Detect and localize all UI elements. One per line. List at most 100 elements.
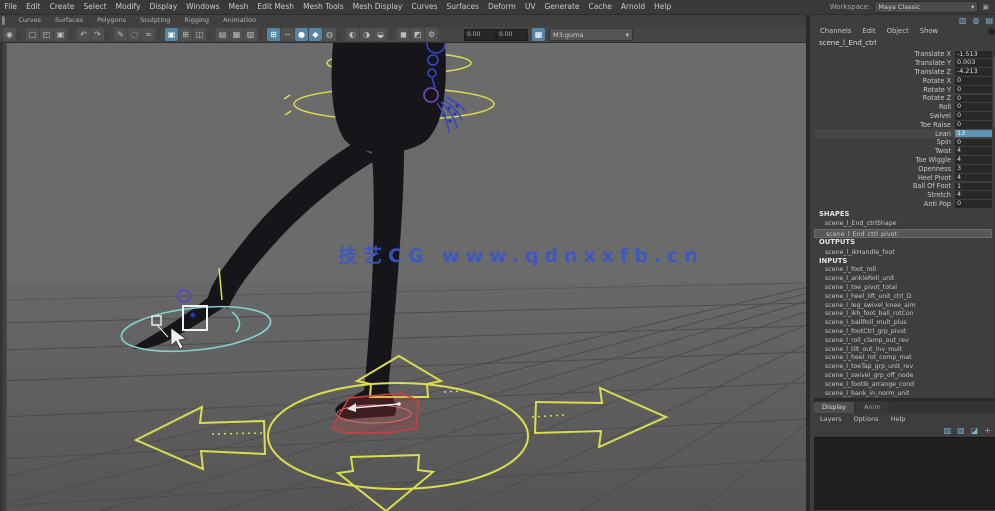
shelf-tab[interactable]: Rigging [177,14,216,27]
shelf-tab[interactable]: Surfaces [48,14,90,27]
input-node-item[interactable]: scene_l_roll_clamp_out_rev [814,337,992,346]
channel-value-field[interactable]: 0 [955,138,992,147]
Toe Wiggle[interactable]: Toe Wiggle 4 [814,156,992,165]
channel-value-field[interactable]: 13 [955,129,992,138]
save-scene-icon[interactable]: ▣ [54,28,67,41]
Swivel[interactable]: Swivel 0 [814,112,992,121]
channel-name[interactable]: Swivel [930,112,951,120]
input-node-item[interactable]: scene_l_toe_pivot_total [814,284,992,293]
channel-box-menu-item[interactable]: Channels [820,27,851,35]
channel-value-field[interactable]: 0 [955,120,992,129]
channel-name[interactable]: Rotate Y [923,86,951,94]
channel-box-toggle-icon[interactable]: ▤ [985,15,993,26]
channel-name[interactable]: Anti Pop [924,200,951,208]
menu-item[interactable]: Deform [483,0,520,14]
channel-value-field[interactable]: 0.003 [955,59,992,67]
snap-curve-icon[interactable]: ~ [281,28,294,41]
select-component-icon[interactable]: ▧ [244,28,257,41]
layout-four-icon[interactable]: ⊞ [179,28,192,41]
Anti Pop[interactable]: Anti Pop 0 [814,200,992,209]
channel-value-field[interactable]: 0 [955,112,992,120]
channel-name[interactable]: Lean [935,130,951,138]
shelf-tab[interactable]: Polygons [90,14,133,27]
new-empty-layer-icon[interactable]: ▧ [944,426,952,435]
channel-name[interactable]: Translate Z [914,68,951,76]
channel-name[interactable]: Twist [935,147,951,155]
character-set-dropdown[interactable]: M3:guma ▾ [549,28,633,41]
new-layer-selected-icon[interactable]: ▨ [957,426,965,435]
menu-item[interactable]: Modify [111,0,145,14]
Rotate Z[interactable]: Rotate Z 0 [814,94,992,103]
layer-move-icon[interactable]: + [984,426,991,435]
channel-value-field[interactable]: 0 [955,94,992,103]
shelf-tab[interactable]: Animation [216,14,263,27]
channel-value-field[interactable]: 4 [955,156,992,164]
input-node-item[interactable]: scene_l_ikh_foot_ball_rotCon [814,310,992,319]
channel-name[interactable]: Toe Wiggle [915,156,951,164]
menu-item[interactable]: Create [45,0,79,14]
panel-edge-icon[interactable]: ▌ [2,17,7,25]
viewport-3d[interactable]: 技艺CG www.qdnxxfb.cn [0,43,806,511]
select-tool-icon[interactable]: ✎ [114,28,127,41]
layer-tab[interactable]: Display [814,402,854,413]
menu-item[interactable]: Mesh [224,0,253,14]
menu-item[interactable]: File [0,0,22,14]
layout-split-icon[interactable]: ◫ [193,28,206,41]
history-icon[interactable]: ◒ [374,28,387,41]
symmetry-grid-icon[interactable]: ▦ [532,28,545,41]
input-node-item[interactable]: scene_l_footIk_arrange_cond [814,381,992,390]
menu-item[interactable]: Cache [584,0,616,14]
input-node-item[interactable]: scene_l_heel_rot_comp_mat [814,354,992,363]
channel-name[interactable]: Heel Pivot [918,174,951,182]
channel-name[interactable]: Stretch [927,191,951,199]
menu-item[interactable]: Edit [22,0,46,14]
channel-box-options-icon[interactable] [988,28,995,35]
output-item[interactable]: scene_l_ikHandle_foot [814,248,992,257]
channel-name[interactable]: Spin [937,138,951,146]
selected-node-name[interactable]: scene_l_End_ctrl [819,39,877,47]
channel-name[interactable]: Rotate Z [923,94,951,102]
channel-name[interactable]: Rotate X [923,77,951,85]
workspace-gear-icon[interactable]: ▣ [982,1,989,13]
Roll[interactable]: Roll 0 [814,103,992,112]
input-node-item[interactable]: scene_l_heel_lift_unit_ctrl_D [814,293,992,302]
layer-menu-item[interactable]: Help [891,415,906,423]
redo-icon[interactable]: ↷ [91,28,104,41]
channel-value-field[interactable]: 4 [955,191,992,199]
channel-value-field[interactable]: 1 [955,182,992,191]
menu-item[interactable]: Arnold [616,0,649,14]
layer-tab[interactable]: Anim [855,402,889,413]
layer-list-empty[interactable] [814,437,995,510]
menu-item[interactable]: UV [520,0,540,14]
snap-grid-icon[interactable]: ⊞ [267,28,280,41]
channel-value-field[interactable]: 0 [955,200,992,208]
channel-box-menu-item[interactable]: Edit [862,27,875,35]
snap-point-icon[interactable]: ● [295,28,308,41]
channel-box-menu-item[interactable]: Show [920,27,938,35]
input-node-item[interactable]: scene_l_leg_swivel_knee_aim [814,302,992,311]
shape-item[interactable]: scene_l_End_ctrlShape [814,219,992,228]
menu-item[interactable]: Mesh Display [348,0,407,14]
Rotate X[interactable]: Rotate X 0 [814,76,992,85]
divider[interactable] [209,29,213,40]
transform-input-x[interactable]: 0.00 [464,28,496,41]
channel-box-menu-item[interactable]: Object [887,27,909,35]
Rotate Y[interactable]: Rotate Y 0 [814,85,992,94]
Ball Of Foot[interactable]: Ball Of Foot 1 [814,182,992,191]
divider[interactable] [339,29,343,40]
Heel Pivot[interactable]: Heel Pivot 4 [814,173,992,182]
divider[interactable] [70,29,74,40]
new-anim-layer-icon[interactable]: ◪ [971,426,979,435]
input-node-item[interactable]: scene_l_bank_in_norm_unit [814,390,992,399]
input-node-item[interactable]: scene_l_ankleRoll_unit [814,275,992,284]
channel-name[interactable]: Roll [939,103,951,111]
render-settings-icon[interactable]: ⚙ [425,28,438,41]
divider[interactable] [158,29,162,40]
open-scene-icon[interactable]: ◰ [40,28,53,41]
select-hierarchy-icon[interactable]: ▤ [216,28,229,41]
render-frame-icon[interactable]: ◼ [397,28,410,41]
menu-item[interactable]: Windows [182,0,224,14]
ipr-render-icon[interactable]: ◩ [411,28,424,41]
output-connections-icon[interactable]: ◑ [360,28,373,41]
channel-name[interactable]: Translate X [914,50,951,58]
